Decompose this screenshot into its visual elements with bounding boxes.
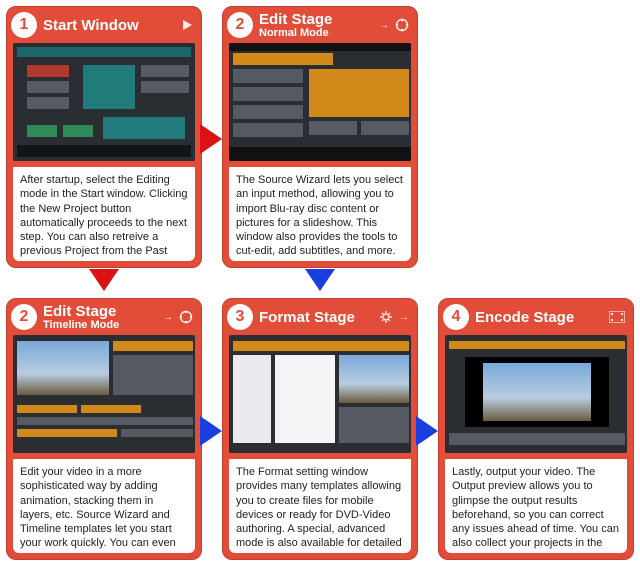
gear-right-icon: → xyxy=(379,310,409,324)
card-header: 3 Format Stage → xyxy=(223,299,417,335)
play-icon xyxy=(181,19,193,31)
card-header: 2 Edit Stage Timeline Mode → xyxy=(7,299,201,335)
card-description: The Format setting window provides many … xyxy=(229,459,411,553)
step-number-badge: 2 xyxy=(227,12,253,38)
workflow-diagram: 1 Start Window After startup, select the… xyxy=(0,0,640,568)
card-header: 1 Start Window xyxy=(7,7,201,43)
card-description: After startup, select the Editing mode i… xyxy=(13,167,195,261)
target-icon: → xyxy=(379,18,409,32)
card-description: Lastly, output your video. The Output pr… xyxy=(445,459,627,553)
screenshot-thumb xyxy=(445,335,627,453)
card-subtitle: Timeline Mode xyxy=(43,320,163,331)
card-header: 2 Edit Stage Normal Mode → xyxy=(223,7,417,43)
screenshot-thumb xyxy=(13,335,195,453)
screenshot-thumb xyxy=(229,335,411,453)
card-titles: Encode Stage xyxy=(475,310,609,325)
card-title: Edit Stage xyxy=(43,304,163,319)
card-titles: Edit Stage Normal Mode xyxy=(259,12,379,39)
arrow-down-icon xyxy=(89,269,119,291)
card-title: Format Stage xyxy=(259,310,379,325)
target-icon: → xyxy=(163,310,193,324)
card-description: Edit your video in a more sophisticated … xyxy=(13,459,195,553)
screenshot-thumb xyxy=(13,43,195,161)
card-edit-timeline: 2 Edit Stage Timeline Mode → Edit your v… xyxy=(6,298,202,560)
card-title: Edit Stage xyxy=(259,12,379,27)
card-format-stage: 3 Format Stage → The Format setting wind… xyxy=(222,298,418,560)
card-start-window: 1 Start Window After startup, select the… xyxy=(6,6,202,268)
step-number-badge: 1 xyxy=(11,12,37,38)
card-titles: Start Window xyxy=(43,18,181,33)
step-number-badge: 2 xyxy=(11,304,37,330)
step-number-badge: 4 xyxy=(443,304,469,330)
card-titles: Format Stage xyxy=(259,310,379,325)
card-header: 4 Encode Stage xyxy=(439,299,633,335)
card-description: The Source Wizard lets you select an inp… xyxy=(229,167,411,261)
arrow-right-icon xyxy=(416,416,438,446)
step-number-badge: 3 xyxy=(227,304,253,330)
card-title: Encode Stage xyxy=(475,310,609,325)
card-titles: Edit Stage Timeline Mode xyxy=(43,304,163,331)
card-edit-normal: 2 Edit Stage Normal Mode → The Source Wi… xyxy=(222,6,418,268)
arrow-right-icon xyxy=(200,416,222,446)
card-subtitle: Normal Mode xyxy=(259,28,379,39)
arrow-right-icon xyxy=(200,124,222,154)
arrow-down-icon xyxy=(305,269,335,291)
card-encode-stage: 4 Encode Stage Lastly, output your video… xyxy=(438,298,634,560)
film-icon xyxy=(609,311,625,323)
card-title: Start Window xyxy=(43,18,181,33)
screenshot-thumb xyxy=(229,43,411,161)
